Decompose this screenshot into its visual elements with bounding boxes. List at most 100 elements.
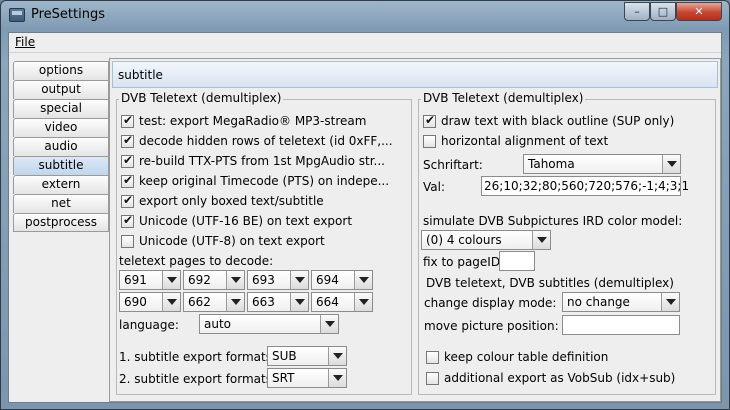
check-rebuild-pts[interactable]: re-build TTX-PTS from 1st MpgAudio str..… bbox=[121, 153, 385, 168]
chevron-down-icon[interactable] bbox=[162, 293, 180, 311]
tab-video[interactable]: video bbox=[13, 118, 109, 137]
page-combo-6[interactable]: 662 bbox=[183, 292, 245, 312]
tab-net[interactable]: net bbox=[13, 194, 109, 213]
check-rebuild-pts-label: re-build TTX-PTS from 1st MpgAudio str..… bbox=[139, 154, 385, 168]
subtitle-panel: subtitle DVB Teletext (demultiplex) test… bbox=[109, 58, 721, 402]
checkbox-utf8[interactable] bbox=[121, 234, 134, 248]
page-combo-4-value: 694 bbox=[316, 273, 339, 287]
right-group2-title: DVB teletext, DVB subtitles (demultiplex… bbox=[424, 276, 676, 290]
move-position-label: move picture position: bbox=[424, 319, 559, 333]
check-keep-timecode-label: keep original Timecode (PTS) on indepe..… bbox=[139, 174, 390, 188]
check-hidden-rows-label: decode hidden rows of teletext (id 0xFF,… bbox=[139, 134, 393, 148]
checkbox-boxed-text[interactable] bbox=[121, 193, 134, 208]
check-utf8[interactable]: Unicode (UTF-8) on text export bbox=[121, 234, 325, 248]
checkbox-keep-timecode[interactable] bbox=[121, 173, 134, 188]
chevron-down-icon[interactable] bbox=[354, 293, 372, 311]
chevron-down-icon[interactable] bbox=[532, 231, 550, 249]
chevron-down-icon[interactable] bbox=[226, 293, 244, 311]
window-title: PreSettings bbox=[31, 7, 105, 22]
check-keep-timecode[interactable]: keep original Timecode (PTS) on indepe..… bbox=[121, 173, 390, 188]
page-combo-3-value: 693 bbox=[252, 273, 275, 287]
val-label: Val: bbox=[423, 180, 446, 194]
checkbox-rebuild-pts[interactable] bbox=[121, 153, 134, 168]
check-utf16[interactable]: Unicode (UTF-16 BE) on text export bbox=[121, 213, 352, 228]
check-hidden-rows[interactable]: decode hidden rows of teletext (id 0xFF,… bbox=[121, 133, 393, 148]
maximize-button[interactable]: □ bbox=[650, 2, 676, 21]
move-position-input[interactable] bbox=[562, 315, 680, 335]
check-horizontal-align-label: horizontal alignment of text bbox=[441, 134, 609, 148]
page-combo-2-value: 692 bbox=[188, 273, 211, 287]
minimize-button[interactable]: – bbox=[624, 2, 650, 21]
language-label: language: bbox=[119, 318, 179, 332]
color-model-label: simulate DVB Subpictures IRD color model… bbox=[423, 214, 683, 228]
app-icon bbox=[9, 8, 25, 22]
page-id-input[interactable] bbox=[499, 251, 535, 271]
check-megaradio[interactable]: test: export MegaRadio® MP3-stream bbox=[121, 113, 366, 128]
checkbox-horizontal-align[interactable] bbox=[423, 134, 436, 148]
export-format-1-combo[interactable]: SUB bbox=[267, 346, 347, 366]
val-input[interactable]: 26;10;32;80;560;720;576;-1;4;3;1 bbox=[481, 176, 689, 196]
font-combo[interactable]: Tahoma bbox=[523, 154, 681, 174]
page-combo-3[interactable]: 693 bbox=[247, 270, 309, 290]
checkbox-draw-outline[interactable] bbox=[423, 113, 436, 128]
check-draw-outline[interactable]: draw text with black outline (SUP only) bbox=[423, 113, 675, 128]
check-horizontal-align[interactable]: horizontal alignment of text bbox=[423, 134, 608, 148]
chevron-down-icon[interactable] bbox=[328, 369, 346, 387]
checkbox-hidden-rows[interactable] bbox=[121, 133, 134, 148]
tab-extern[interactable]: extern bbox=[13, 175, 109, 194]
menu-bar: File bbox=[9, 33, 721, 53]
color-model-combo[interactable]: (0) 4 colours bbox=[421, 230, 551, 250]
title-bar[interactable]: PreSettings – □ ✕ bbox=[1, 1, 729, 31]
left-group-title: DVB Teletext (demultiplex) bbox=[119, 91, 284, 105]
chevron-down-icon[interactable] bbox=[226, 271, 244, 289]
check-keep-colour[interactable]: keep colour table definition bbox=[426, 350, 608, 364]
language-value: auto bbox=[204, 317, 232, 331]
font-label: Schriftart: bbox=[423, 158, 483, 172]
page-combo-8-value: 664 bbox=[316, 295, 339, 309]
tab-subtitle[interactable]: subtitle bbox=[13, 156, 109, 175]
tab-postprocess[interactable]: postprocess bbox=[13, 213, 109, 232]
display-mode-label: change display mode: bbox=[424, 296, 557, 310]
page-combo-8[interactable]: 664 bbox=[311, 292, 373, 312]
page-combo-2[interactable]: 692 bbox=[183, 270, 245, 290]
tab-audio[interactable]: audio bbox=[13, 137, 109, 156]
tab-options[interactable]: options bbox=[13, 61, 109, 80]
chevron-down-icon[interactable] bbox=[290, 293, 308, 311]
display-mode-combo[interactable]: no change bbox=[562, 292, 680, 312]
check-vobsub[interactable]: additional export as VobSub (idx+sub) bbox=[426, 371, 675, 385]
check-utf8-label: Unicode (UTF-8) on text export bbox=[139, 234, 325, 248]
checkbox-megaradio[interactable] bbox=[121, 113, 134, 128]
page-combo-7[interactable]: 663 bbox=[247, 292, 309, 312]
display-mode-value: no change bbox=[567, 295, 630, 309]
page-id-label: fix to pageID: bbox=[423, 255, 505, 269]
checkbox-vobsub[interactable] bbox=[426, 371, 439, 385]
menu-file-label: File bbox=[15, 35, 36, 49]
chevron-down-icon[interactable] bbox=[328, 347, 346, 365]
close-button[interactable]: ✕ bbox=[676, 2, 722, 21]
chevron-down-icon[interactable] bbox=[320, 315, 338, 333]
language-combo[interactable]: auto bbox=[199, 314, 339, 334]
client-area: File options output special video audio … bbox=[8, 32, 722, 403]
checkbox-utf16[interactable] bbox=[121, 213, 134, 228]
page-combo-1[interactable]: 691 bbox=[119, 270, 181, 290]
page-combo-5[interactable]: 690 bbox=[119, 292, 181, 312]
panel-header: subtitle bbox=[112, 61, 718, 88]
page-combo-4[interactable]: 694 bbox=[311, 270, 373, 290]
checkbox-keep-colour[interactable] bbox=[426, 350, 439, 364]
export-format-2-label: 2. subtitle export formats: bbox=[119, 372, 277, 386]
page-combo-5-value: 690 bbox=[124, 295, 147, 309]
chevron-down-icon[interactable] bbox=[661, 293, 679, 311]
check-boxed-text[interactable]: export only boxed text/subtitle bbox=[121, 193, 324, 208]
tab-output[interactable]: output bbox=[13, 80, 109, 99]
chevron-down-icon[interactable] bbox=[290, 271, 308, 289]
chevron-down-icon[interactable] bbox=[662, 155, 680, 173]
export-format-2-combo[interactable]: SRT bbox=[267, 368, 347, 388]
export-format-1-value: SUB bbox=[272, 349, 297, 363]
tab-special[interactable]: special bbox=[13, 99, 109, 118]
menu-file[interactable]: File bbox=[13, 35, 37, 49]
chevron-down-icon[interactable] bbox=[354, 271, 372, 289]
chevron-down-icon[interactable] bbox=[162, 271, 180, 289]
page-combo-7-value: 663 bbox=[252, 295, 275, 309]
check-draw-outline-label: draw text with black outline (SUP only) bbox=[441, 114, 675, 128]
check-vobsub-label: additional export as VobSub (idx+sub) bbox=[444, 371, 676, 385]
